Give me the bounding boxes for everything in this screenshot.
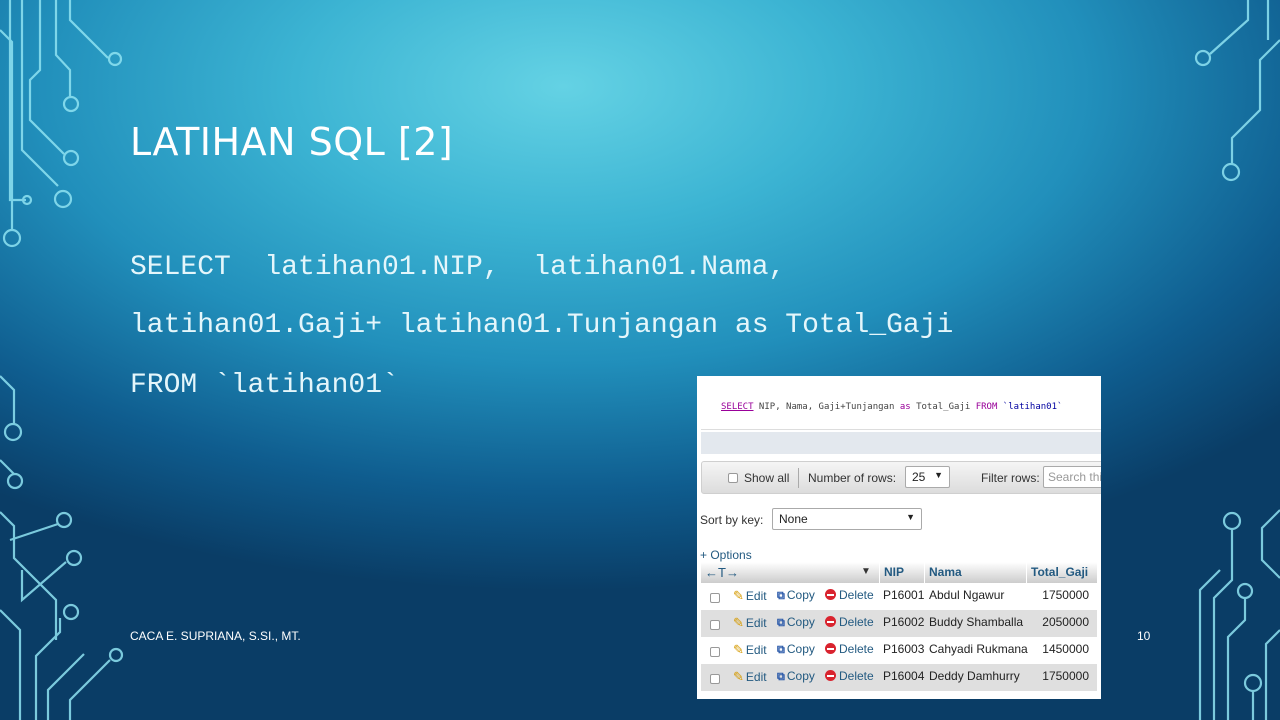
show-all-label[interactable]: Show all [744, 471, 789, 485]
query-result-screenshot: SELECT NIP, Nama, Gaji+Tunjangan as Tota… [697, 376, 1101, 699]
number-of-rows-label: Number of rows: [808, 471, 897, 485]
cell-total-gaji: 1450000 [1042, 642, 1089, 656]
delete-icon [825, 616, 836, 627]
pencil-icon: ✎ [733, 669, 744, 684]
pencil-icon: ✎ [733, 615, 744, 630]
delete-action[interactable]: Delete [825, 642, 874, 656]
cell-nama: Deddy Damhurry [929, 669, 1020, 683]
sql-alias: Total_Gaji [910, 402, 976, 412]
row-checkbox[interactable] [710, 674, 720, 684]
sql-as-keyword: as [899, 402, 911, 412]
sql-code-line-2: latihan01.Gaji+ latihan01.Tunjangan as T… [130, 310, 954, 341]
cell-total-gaji: 2050000 [1042, 615, 1089, 629]
sql-select-keyword[interactable]: SELECT [721, 402, 754, 412]
table-header: ←T→ ▼ NIP Nama Total_Gaji [701, 562, 1097, 583]
row-checkbox[interactable] [710, 620, 720, 630]
cell-nama: Cahyadi Rukmana [929, 642, 1028, 656]
show-all-checkbox[interactable] [728, 473, 738, 483]
nav-divider [798, 468, 799, 488]
cell-nip: P16004 [883, 669, 925, 683]
sql-table-name: `latihan01` [997, 402, 1063, 412]
cell-total-gaji: 1750000 [1042, 669, 1089, 683]
copy-icon: ⧉ [777, 644, 785, 656]
column-header-nama[interactable]: Nama [924, 562, 1024, 583]
edit-action[interactable]: ✎ Edit [733, 615, 767, 631]
edit-action[interactable]: ✎ Edit [733, 669, 767, 685]
column-header-nip[interactable]: NIP [879, 562, 923, 583]
sort-by-key-select[interactable]: None ▼ [772, 508, 922, 530]
rows-select[interactable]: 25 ▼ [905, 466, 950, 488]
copy-action[interactable]: ⧉ Copy [777, 588, 815, 603]
sort-by-key-value: None [779, 512, 808, 526]
table-row: ✎ Edit ⧉ Copy Delete P16003 Cahyadi Rukman… [701, 637, 1097, 664]
cell-nip: P16002 [883, 615, 925, 629]
filter-rows-label: Filter rows: [981, 471, 1040, 485]
table-row: ✎ Edit ⧉ Copy Delete P16002 Buddy Shamball… [701, 610, 1097, 637]
delete-icon [825, 589, 836, 600]
delete-action[interactable]: Delete [825, 669, 874, 683]
navigation-bar: Show all Number of rows: 25 ▼ Filter rows… [701, 461, 1101, 494]
edit-action[interactable]: ✎ Edit [733, 588, 767, 604]
slide-title: LATIHAN SQL [2] [130, 120, 454, 164]
sql-code-line-1: SELECT latihan01.NIP, latihan01.Nama, [130, 252, 786, 283]
cell-nip: P16001 [883, 588, 925, 602]
table-row: ✎ Edit ⧉ Copy Delete P16001 Abdul Ngawur 1… [701, 583, 1097, 610]
row-checkbox[interactable] [710, 593, 720, 603]
delete-action[interactable]: Delete [825, 615, 874, 629]
copy-icon: ⧉ [777, 617, 785, 629]
sort-arrow-icon[interactable]: ▼ [861, 566, 871, 577]
edit-action[interactable]: ✎ Edit [733, 642, 767, 658]
copy-action[interactable]: ⧉ Copy [777, 615, 815, 630]
cell-total-gaji: 1750000 [1042, 588, 1089, 602]
copy-action[interactable]: ⧉ Copy [777, 642, 815, 657]
sql-toolbar [701, 432, 1101, 454]
copy-action[interactable]: ⧉ Copy [777, 669, 815, 684]
column-arrows-icon[interactable]: ←T→ [705, 565, 739, 580]
cell-nama: Abdul Ngawur [929, 588, 1005, 602]
delete-icon [825, 670, 836, 681]
row-checkbox[interactable] [710, 647, 720, 657]
sql-columns: NIP, Nama, Gaji+Tunjangan [753, 402, 900, 412]
column-header-total-gaji[interactable]: Total_Gaji [1026, 562, 1098, 583]
filter-rows-input[interactable]: Search this table [1043, 466, 1101, 488]
dropdown-arrow-icon: ▼ [906, 512, 915, 522]
sort-by-key-label: Sort by key: [700, 513, 764, 527]
table-row: ✎ Edit ⧉ Copy Delete P16004 Deddy Damhurry… [701, 664, 1097, 691]
copy-icon: ⧉ [777, 671, 785, 683]
sql-query-box: SELECT NIP, Nama, Gaji+Tunjangan as Tota… [701, 380, 1101, 430]
options-link[interactable]: + Options [700, 548, 752, 562]
delete-icon [825, 643, 836, 654]
cell-nama: Buddy Shamballa [929, 615, 1024, 629]
delete-action[interactable]: Delete [825, 588, 874, 602]
footer-author: CACA E. SUPRIANA, S.SI., MT. [130, 629, 301, 643]
cell-nip: P16003 [883, 642, 925, 656]
copy-icon: ⧉ [777, 590, 785, 602]
dropdown-arrow-icon: ▼ [934, 470, 943, 480]
pencil-icon: ✎ [733, 642, 744, 657]
page-number: 10 [1137, 629, 1151, 643]
pencil-icon: ✎ [733, 588, 744, 603]
sql-code-line-3: FROM `latihan01` [130, 370, 399, 401]
rows-select-value: 25 [912, 470, 926, 484]
sql-from-keyword: FROM [975, 402, 998, 412]
